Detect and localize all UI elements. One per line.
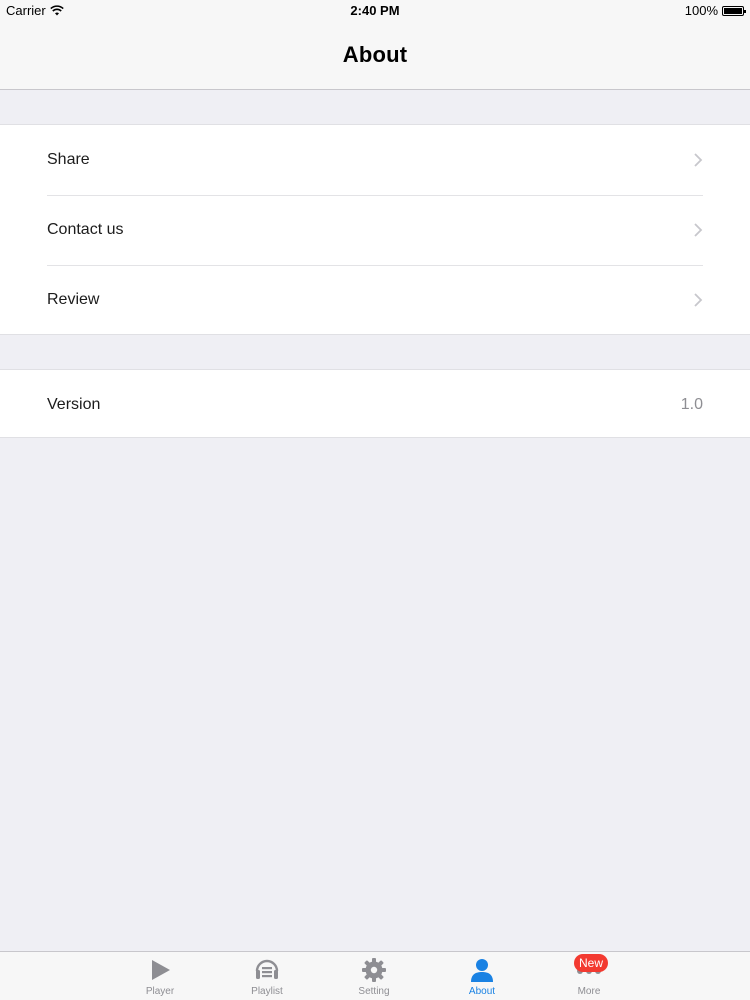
contact-us-label: Contact us (47, 221, 124, 238)
share-label: Share (47, 151, 90, 168)
gear-icon (362, 958, 386, 982)
review-row[interactable]: Review (0, 265, 750, 335)
play-icon (152, 960, 170, 980)
new-badge: New (574, 954, 609, 972)
contact-us-row[interactable]: Contact us (0, 195, 750, 265)
chevron-right-icon (694, 153, 703, 167)
chevron-right-icon (694, 293, 703, 307)
tab-setting[interactable]: Setting (334, 952, 414, 1000)
battery-icon (722, 5, 746, 16)
tab-playlist[interactable]: Playlist (227, 952, 307, 1000)
tab-about[interactable]: About (442, 952, 522, 1000)
tab-about-label: About (468, 986, 496, 997)
version-group: Version 1.0 (0, 369, 750, 438)
playlist-icon (255, 959, 279, 979)
tab-more[interactable]: New More (549, 952, 629, 1000)
tab-setting-label: Setting (358, 986, 390, 997)
status-right: 100% (684, 3, 746, 18)
tab-playlist-label: Playlist (251, 986, 283, 997)
status-time: 2:40 PM (350, 3, 400, 18)
version-value: 1.0 (680, 396, 703, 413)
battery-percent: 100% (684, 3, 718, 18)
tab-more-label: More (577, 986, 601, 997)
tab-player[interactable]: Player (120, 952, 200, 1000)
navigation-bar: About (0, 20, 750, 90)
tab-player-label: Player (145, 986, 175, 997)
version-row: Version 1.0 (0, 370, 750, 440)
about-actions-group: Share Contact us Review (0, 124, 750, 335)
chevron-right-icon (694, 223, 703, 237)
page-title: About (342, 41, 408, 67)
status-bar: Carrier 2:40 PM 100% (0, 0, 750, 20)
review-label: Review (47, 291, 100, 308)
tab-bar: Player Playlist Setting About New More (0, 951, 750, 1000)
share-row[interactable]: Share (0, 125, 750, 195)
version-label: Version (47, 396, 101, 413)
person-icon (471, 959, 493, 982)
